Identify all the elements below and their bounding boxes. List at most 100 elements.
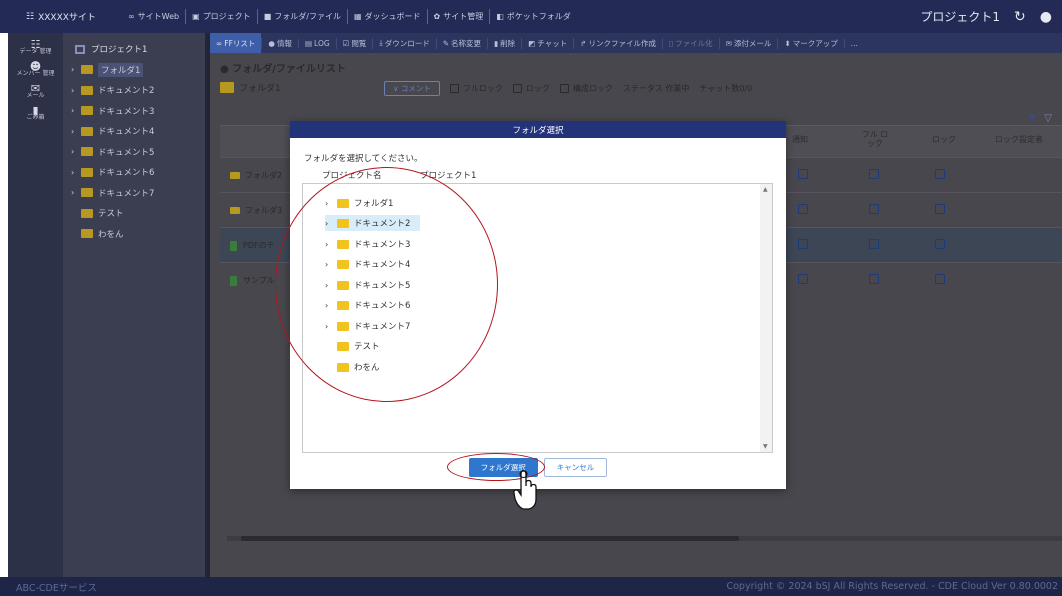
tool-info[interactable]: ● 情報 <box>261 37 298 49</box>
rail-recycle-bin[interactable]: ▮ ごみ箱 <box>8 105 63 121</box>
notify-checkbox[interactable] <box>798 239 808 249</box>
folder-icon: ■ <box>263 12 272 21</box>
scroll-thumb[interactable] <box>241 536 739 541</box>
link-arrow-icon: ↱ <box>580 38 587 48</box>
service-name: ABC-CDEサービス <box>16 582 97 594</box>
tree-item[interactable]: › ドキュメント5 <box>63 142 205 163</box>
tool-log[interactable]: ▤ LOG <box>297 38 336 48</box>
chevron-right-icon[interactable]: › <box>71 65 81 74</box>
rail-data-room[interactable]: ☷ データ 管理 <box>8 38 63 55</box>
col-full-lock[interactable]: フル ロック <box>860 130 890 148</box>
site-title[interactable]: ☷ XXXXXサイト <box>0 10 122 24</box>
tree-item[interactable]: › ドキュメント6 <box>63 162 205 183</box>
folder-tree: プロジェクト1 › フォルダ1 › ドキュメント2 › ドキュメント3 › ドキュメント… <box>63 33 205 577</box>
tree-item[interactable]: › ドキュメント7 <box>63 183 205 204</box>
rail-mail[interactable]: ✉ メール <box>8 82 63 99</box>
nav-dashboard[interactable]: ▦ ダッシュボード <box>346 9 427 24</box>
comment-toggle[interactable]: ∨ コメント <box>384 81 440 96</box>
folder-icon <box>81 167 93 177</box>
chat-icon: ◩ <box>528 38 536 48</box>
tree-item[interactable]: › ドキュメント3 <box>63 101 205 122</box>
tool-attach-mail[interactable]: ✉ 添付メール <box>718 37 778 49</box>
nav-project[interactable]: ▣ プロジェクト <box>185 9 257 24</box>
tool-chat[interactable]: ◩ チャット <box>521 37 573 49</box>
tree-item[interactable]: › ドキュメント2 <box>63 80 205 101</box>
structure-lock-option[interactable]: 構成ロック <box>559 83 613 94</box>
col-lock[interactable]: ロック <box>932 134 956 145</box>
scroll-up-icon[interactable]: ▲ <box>763 186 768 193</box>
horizontal-scrollbar[interactable] <box>227 536 1062 541</box>
document-icon <box>230 275 237 286</box>
nav-site-web[interactable]: ∞ サイトWeb <box>122 9 185 24</box>
notify-checkbox[interactable] <box>798 204 808 214</box>
lock-checkbox[interactable] <box>935 274 945 284</box>
tree-item[interactable]: わをん <box>63 224 205 245</box>
chevron-right-icon[interactable]: › <box>71 127 81 136</box>
nav-pocket-folder[interactable]: ◧ ポケットフォルダ <box>489 9 577 24</box>
tree-item[interactable]: › ドキュメント4 <box>63 121 205 142</box>
nav-site-admin[interactable]: ✿ サイト管理 <box>426 9 490 24</box>
tool-more[interactable]: ... <box>843 38 864 48</box>
footer: ABC-CDEサービス Copyright © 2024 bSJ All Rig… <box>0 577 1062 596</box>
chevron-right-icon[interactable]: › <box>71 168 81 177</box>
notify-checkbox[interactable] <box>798 169 808 179</box>
folder-icon <box>81 126 93 136</box>
tree-item[interactable]: テスト <box>63 203 205 224</box>
tree-item[interactable]: › フォルダ1 <box>63 60 205 81</box>
full-lock-checkbox[interactable] <box>869 204 879 214</box>
mail-icon: ✉ <box>30 82 41 95</box>
tool-download[interactable]: ⤓ ダウンロード <box>372 37 435 49</box>
file-icon: ▯ <box>669 38 674 48</box>
list-scrollbar[interactable]: ▲ ▼ <box>760 184 772 452</box>
tool-ff-list[interactable]: ∞ FFリスト <box>210 33 262 53</box>
full-lock-checkbox[interactable] <box>869 274 879 284</box>
tool-create-link[interactable]: ↱ リンクファイル作成 <box>573 37 662 49</box>
chevron-right-icon[interactable]: › <box>71 86 81 95</box>
lock-checkbox[interactable] <box>935 239 945 249</box>
gear-icon: ✿ <box>433 12 441 21</box>
filter-icon[interactable]: ▼ <box>1029 113 1037 124</box>
lock-checkbox[interactable] <box>935 169 945 179</box>
cancel-button[interactable]: キャンセル <box>543 458 608 477</box>
checkbox[interactable] <box>449 84 459 93</box>
user-icon[interactable]: ● <box>1040 9 1052 25</box>
chevron-right-icon[interactable]: › <box>71 188 81 197</box>
full-lock-checkbox[interactable] <box>869 169 879 179</box>
col-lock-setter[interactable]: ロック設定者 <box>995 134 1043 145</box>
full-lock-option[interactable]: フルロック <box>449 83 503 94</box>
download-icon: ⤓ <box>379 38 383 47</box>
status-text: ステータス 作業中 <box>622 84 690 93</box>
tree-root[interactable]: プロジェクト1 <box>63 39 205 60</box>
notify-checkbox[interactable] <box>798 274 808 284</box>
folder-icon <box>81 229 93 239</box>
chevron-right-icon[interactable]: › <box>71 106 81 115</box>
checkbox[interactable] <box>559 84 569 93</box>
col-notify[interactable]: 通知 <box>792 134 808 145</box>
top-nav: ∞ サイトWeb ▣ プロジェクト ■ フォルダ/ファイル ▦ ダッシュボード ✿ サイト… <box>122 0 577 33</box>
lock-checkbox[interactable] <box>935 204 945 214</box>
folder-icon <box>81 106 93 116</box>
checkbox[interactable] <box>512 84 522 93</box>
site-icon: ☷ <box>26 11 35 22</box>
clear-filter-icon[interactable]: ▽ <box>1044 113 1052 124</box>
tool-delete[interactable]: ▮ 削除 <box>487 37 521 49</box>
page-title: ● フォルダ/ファイルリスト <box>220 64 346 75</box>
site-name: XXXXXサイト <box>38 13 96 23</box>
scroll-down-icon[interactable]: ▼ <box>763 443 768 450</box>
lock-option[interactable]: ロック <box>512 83 550 94</box>
current-project[interactable]: プロジェクト1 <box>920 8 1000 25</box>
tool-view[interactable]: ☑ 閲覧 <box>335 37 373 49</box>
tool-rename[interactable]: ✎ 名称変更 <box>435 37 487 49</box>
tool-markup[interactable]: ⬍ マークアップ <box>777 37 843 49</box>
dialog-prompt: フォルダを選択してください。 <box>304 154 423 164</box>
refresh-icon[interactable]: ↻ <box>1014 9 1026 25</box>
link-icon: ∞ <box>128 12 135 21</box>
chevron-right-icon[interactable]: › <box>71 147 81 156</box>
rail-members[interactable]: ☻ メンバー 管理 <box>8 61 63 77</box>
document-icon <box>230 240 237 251</box>
data-room-icon: ☷ <box>30 38 41 51</box>
folder-icon <box>230 172 240 179</box>
tool-fileize[interactable]: ▯ ファイル化 <box>662 37 719 49</box>
full-lock-checkbox[interactable] <box>869 239 879 249</box>
nav-folder-file[interactable]: ■ フォルダ/ファイル <box>256 9 347 24</box>
